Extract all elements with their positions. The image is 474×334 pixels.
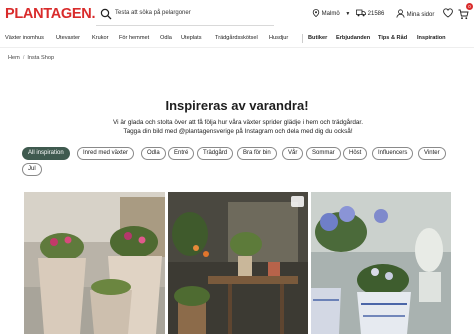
breadcrumb: Hem / Insta Shop [8, 55, 55, 61]
nav-krukor[interactable]: Krukor [92, 35, 108, 41]
nav-erbjudanden[interactable]: Erbjudanden [336, 35, 370, 41]
account-label: Mina sidor [406, 12, 435, 18]
nav-divider [302, 34, 303, 43]
nav-uteplats[interactable]: Uteplats [181, 35, 202, 41]
chip-entre[interactable]: Entré [168, 147, 195, 160]
cart-count-badge: 0 [466, 3, 473, 10]
chip-tradgard[interactable]: Trädgård [197, 147, 234, 160]
gallery-multi-icon [291, 196, 304, 207]
chip-influencers[interactable]: Influencers [372, 147, 414, 160]
nav-tips-rad[interactable]: Tips & Råd [378, 35, 407, 41]
planters-patio-image [24, 192, 165, 334]
truck-icon [356, 9, 366, 17]
chip-bra-for-bin[interactable]: Bra för bin [237, 147, 277, 160]
chip-all-inspiration[interactable]: All inspiration [22, 147, 70, 160]
location-pin-icon [312, 9, 320, 17]
gallery-photo-2[interactable] [168, 192, 308, 334]
nav-butiker[interactable]: Butiker [308, 35, 327, 41]
heart-icon[interactable] [443, 8, 453, 18]
nav-divider-line [0, 47, 474, 48]
nav-inspiration[interactable]: Inspiration [417, 35, 446, 41]
chevron-down-icon: ▼ [345, 11, 351, 17]
nav-tradgardsskotsel[interactable]: Trädgårdsskötsel [215, 35, 258, 41]
nav-utevaxter[interactable]: Utevaxter [56, 35, 80, 41]
page-title: Inspireras av varandra! [165, 98, 309, 113]
chip-jul[interactable]: Jul [22, 163, 42, 176]
nav-for-hemmet[interactable]: För hemmet [119, 35, 149, 41]
chip-odla[interactable]: Odla [141, 147, 166, 160]
nav-odla[interactable]: Odla [160, 35, 172, 41]
chip-sommar[interactable]: Sommar [306, 147, 341, 160]
nav-husdjur[interactable]: Husdjur [269, 35, 288, 41]
delivery-postcode[interactable]: 21586 [356, 9, 384, 17]
store-name: Malmö [321, 11, 340, 17]
postcode-label: 21586 [367, 11, 385, 17]
cart-button[interactable]: 0 [458, 3, 473, 20]
search-input[interactable]: Testa att söka på pelargoner [115, 10, 191, 16]
gallery-photo-1[interactable] [24, 192, 165, 334]
breadcrumb-home[interactable]: Hem [8, 55, 20, 61]
chip-inred-med-vaxter[interactable]: Inred med växter [77, 147, 135, 160]
user-icon [396, 9, 405, 18]
cart-icon [458, 9, 469, 20]
chip-var[interactable]: Vår [282, 147, 304, 160]
store-selector[interactable]: Malmö ▼ [312, 9, 350, 17]
account-link[interactable]: Mina sidor [396, 9, 434, 18]
nav-vaxter-inomhus[interactable]: Växter inomhus [5, 35, 44, 41]
gallery-photo-3[interactable] [311, 192, 451, 334]
search-bar[interactable]: Testa att söka på pelargoner [96, 4, 274, 26]
breadcrumb-current: Insta Shop [27, 55, 55, 61]
plant-table-image [168, 192, 308, 334]
hydrangea-pots-image [311, 192, 451, 334]
main-nav: Växter inomhus Utevaxter Krukor För hemm… [0, 30, 474, 46]
page-intro: Vi är glada och stolta över att få följa… [113, 119, 363, 135]
chip-host[interactable]: Höst [343, 147, 368, 160]
top-header: PLANTAGEN. Testa att söka på pelargoner … [0, 0, 474, 30]
chip-vinter[interactable]: Vinter [418, 147, 446, 160]
search-icon [100, 8, 112, 20]
plantagen-logo[interactable]: PLANTAGEN. [5, 6, 95, 22]
